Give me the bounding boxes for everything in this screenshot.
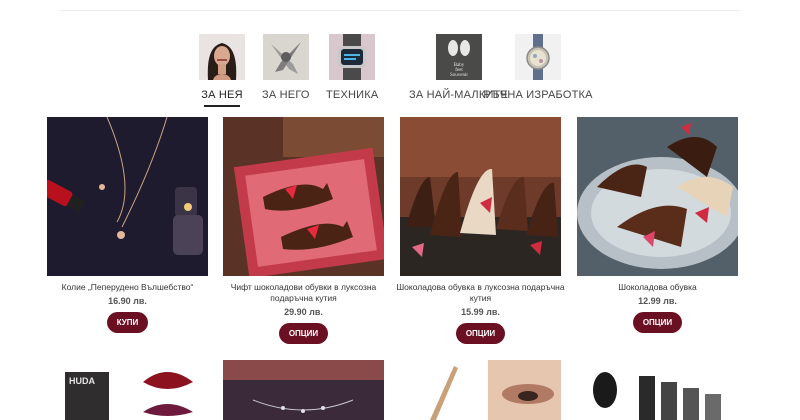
product-card: Колие „Пеперудено Вълшебство“ 16.90 лв. … <box>47 117 208 333</box>
top-divider <box>60 10 740 11</box>
active-tab-underline <box>204 105 240 107</box>
handmade-watch-thumbnail <box>515 34 561 80</box>
necklace-product-image[interactable] <box>47 117 208 276</box>
smartwatch-thumbnail <box>329 34 376 80</box>
multitool-thumbnail <box>262 34 309 80</box>
baby-feet-thumbnail: Baby feet Souvenir <box>435 34 482 80</box>
product-price: 16.90 лв. <box>108 296 147 306</box>
product-image-makeup[interactable] <box>400 360 561 420</box>
product-image-necklace-sunset[interactable] <box>223 360 384 420</box>
tab-for-him[interactable]: ЗА НЕГО <box>262 34 310 101</box>
brand-text: HUDA <box>69 376 95 386</box>
chocolate-shoe-image[interactable] <box>400 117 561 276</box>
product-card: Шоколадова обувка в луксозна подаръчна к… <box>396 117 565 344</box>
buy-button[interactable]: КУПИ <box>106 312 149 333</box>
chocolate-shoes-box-image[interactable] <box>223 117 384 276</box>
product-name[interactable]: Колие „Пеперудено Вълшебство“ <box>43 282 213 293</box>
product-image-lipsticks[interactable]: HUDA <box>47 360 208 420</box>
product-price: 29.90 лв. <box>284 307 323 317</box>
product-name[interactable]: Шоколадова обувка <box>573 282 743 293</box>
tab-for-her[interactable]: ЗА НЕЯ <box>199 34 245 107</box>
options-button[interactable]: ОПЦИИ <box>632 312 683 333</box>
product-card: Шоколадова обувка 12.99 лв. ОПЦИИ <box>577 117 738 333</box>
product-price: 15.99 лв. <box>461 307 500 317</box>
product-name[interactable]: Шоколадова обувка в луксозна подаръчна к… <box>396 282 566 304</box>
tab-handmade[interactable]: РЪЧНА ИЗРАБОТКА <box>483 34 592 101</box>
tab-tech-label: ТЕХНИКА <box>326 89 379 101</box>
svg-text:Souvenir: Souvenir <box>449 73 467 78</box>
product-name[interactable]: Чифт шоколадови обувки в луксозна подаръ… <box>219 282 389 304</box>
tab-handmade-label: РЪЧНА ИЗРАБОТКА <box>483 89 593 101</box>
tab-tech[interactable]: ТЕХНИКА <box>326 34 378 101</box>
product-price: 12.99 лв. <box>638 296 677 306</box>
tab-for-her-label: ЗА НЕЯ <box>201 89 243 101</box>
product-card: Чифт шоколадови обувки в луксозна подаръ… <box>223 117 384 344</box>
options-button[interactable]: ОПЦИИ <box>455 323 506 344</box>
product-image-brushes[interactable] <box>577 360 738 420</box>
tab-for-him-label: ЗА НЕГО <box>262 89 310 101</box>
chocolate-shoe-platter-image[interactable] <box>577 117 738 276</box>
options-button[interactable]: ОПЦИИ <box>278 323 329 344</box>
woman-portrait-thumbnail <box>199 34 245 80</box>
